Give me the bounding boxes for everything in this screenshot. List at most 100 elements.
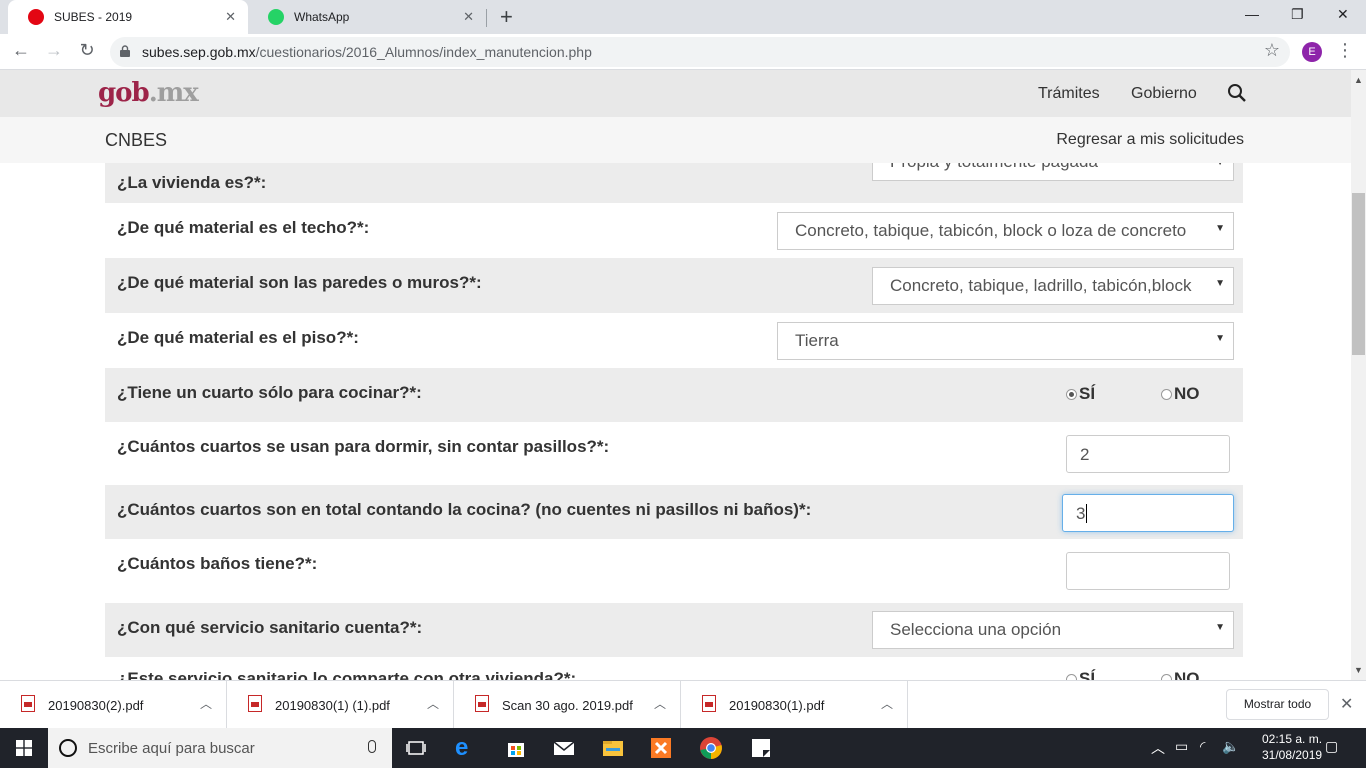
- battery-icon[interactable]: ▭: [1175, 738, 1188, 755]
- piso-select[interactable]: Tierra ▼: [777, 322, 1234, 360]
- site-name: CNBES: [105, 130, 168, 150]
- cortana-icon: [59, 739, 77, 757]
- back-to-requests-link[interactable]: Regresar a mis solicitudes: [1056, 131, 1244, 149]
- sanitario-select[interactable]: Selecciona una opción ▼: [872, 611, 1234, 649]
- taskbar-search-box[interactable]: Escribe aquí para buscar: [48, 728, 392, 768]
- download-item[interactable]: 20190830(2).pdf ︿: [0, 681, 227, 729]
- vivienda-select[interactable]: Propia y totalmente pagada▼: [872, 163, 1234, 181]
- minimize-icon[interactable]: —: [1245, 6, 1259, 22]
- store-icon[interactable]: [504, 736, 528, 760]
- file-explorer-icon[interactable]: [601, 736, 625, 760]
- notifications-icon[interactable]: ▢: [1325, 738, 1338, 755]
- paredes-select[interactable]: Concreto, tabique, ladrillo, tabicón,blo…: [872, 267, 1234, 305]
- download-item[interactable]: 20190830(1) (1).pdf ︿: [227, 681, 454, 729]
- cocina-yes-radio[interactable]: SÍ: [1066, 384, 1095, 404]
- mail-icon[interactable]: [552, 736, 576, 760]
- tab-subes[interactable]: SUBES - 2019 ✕: [8, 0, 248, 34]
- chevron-down-icon: ▼: [1215, 223, 1225, 234]
- subes-favicon-icon: [28, 9, 44, 25]
- question-label: ¿Con qué servicio sanitario cuenta?*:: [117, 618, 423, 637]
- back-icon[interactable]: ←: [10, 40, 32, 61]
- cocina-no-radio[interactable]: NO: [1161, 384, 1200, 404]
- download-item[interactable]: 20190830(1).pdf ︿: [681, 681, 908, 729]
- url-domain: subes.sep.gob.mx: [142, 44, 256, 60]
- gob-mx-logo[interactable]: gob.mx: [98, 78, 199, 108]
- edge-icon[interactable]: e: [455, 736, 479, 760]
- techo-select[interactable]: Concreto, tabique, tabicón, block o loza…: [777, 212, 1234, 250]
- scroll-down-icon[interactable]: ▼: [1354, 665, 1363, 675]
- chevron-down-icon: ▼: [1215, 278, 1225, 289]
- address-bar[interactable]: subes.sep.gob.mx/cuestionarios/2016_Alum…: [110, 37, 1290, 67]
- form-row-piso: ¿De qué material es el piso?*: Tierra ▼: [105, 313, 1243, 368]
- close-tab-icon[interactable]: ✕: [225, 9, 236, 25]
- banos-input[interactable]: [1066, 552, 1230, 590]
- form-row-techo: ¿De qué material es el techo?*: Concreto…: [105, 203, 1243, 258]
- tab-strip: SUBES - 2019 ✕ WhatsApp ✕ + — ❐ ✕: [0, 0, 1366, 34]
- system-clock[interactable]: 02:15 a. m. 31/08/2019: [1262, 731, 1322, 763]
- dormir-input[interactable]: 2: [1066, 435, 1230, 473]
- tab-whatsapp[interactable]: WhatsApp ✕: [248, 0, 486, 34]
- forward-icon[interactable]: →: [43, 40, 65, 61]
- question-label: ¿Tiene un cuarto sólo para cocinar?*:: [117, 383, 422, 402]
- tab-title: SUBES - 2019: [54, 10, 133, 24]
- chevron-down-icon: ▼: [1215, 163, 1225, 168]
- pdf-file-icon: [248, 695, 262, 712]
- question-label: ¿Este servicio sanitario lo comparte con…: [117, 669, 577, 680]
- windows-start-icon[interactable]: [16, 740, 32, 756]
- task-view-icon[interactable]: [404, 736, 428, 760]
- chrome-icon[interactable]: [699, 736, 723, 760]
- chevron-up-icon[interactable]: ︿: [654, 695, 666, 712]
- nav-tramites[interactable]: Trámites: [1038, 85, 1100, 103]
- chevron-up-icon[interactable]: ︿: [427, 695, 439, 712]
- partial-no-radio[interactable]: NO: [1161, 669, 1200, 680]
- form-row-paredes: ¿De qué material son las paredes o muros…: [105, 258, 1243, 313]
- new-tab-icon[interactable]: +: [500, 4, 513, 30]
- form-row-partial: ¿Este servicio sanitario lo comparte con…: [105, 657, 1243, 680]
- tab-title: WhatsApp: [294, 10, 350, 24]
- download-item[interactable]: Scan 30 ago. 2019.pdf ︿: [454, 681, 681, 729]
- total-rooms-input[interactable]: 3: [1062, 494, 1234, 532]
- whatsapp-favicon-icon: [268, 9, 284, 25]
- menu-dots-icon[interactable]: ⋮: [1336, 40, 1354, 61]
- microphone-icon[interactable]: [368, 740, 376, 753]
- search-icon[interactable]: [1227, 83, 1247, 103]
- scroll-up-icon[interactable]: ▲: [1354, 75, 1363, 85]
- downloads-shelf: 20190830(2).pdf ︿ 20190830(1) (1).pdf ︿ …: [0, 680, 1366, 729]
- form-row-cocina: ¿Tiene un cuarto sólo para cocinar?*: SÍ…: [105, 368, 1243, 422]
- wifi-icon[interactable]: ◜: [1200, 738, 1205, 755]
- reload-icon[interactable]: ↻: [76, 40, 98, 61]
- url-path: /cuestionarios/2016_Alumnos/index_manute…: [255, 44, 592, 60]
- close-icon[interactable]: ✕: [1340, 694, 1353, 714]
- xampp-icon[interactable]: [649, 736, 673, 760]
- nav-gobierno[interactable]: Gobierno: [1131, 85, 1197, 103]
- partial-yes-radio[interactable]: SÍ: [1066, 669, 1095, 680]
- bookmark-star-icon[interactable]: ☆: [1264, 40, 1280, 61]
- radio-unselected-icon: [1161, 388, 1172, 400]
- show-hidden-icons[interactable]: ︿: [1151, 738, 1165, 758]
- sticky-notes-icon[interactable]: [749, 736, 773, 760]
- form-area: ¿La vivienda es?*: Propia y totalmente p…: [0, 163, 1351, 680]
- form-row-vivienda: ¿La vivienda es?*: Propia y totalmente p…: [105, 163, 1243, 203]
- question-label: ¿Cuántos cuartos se usan para dormir, si…: [117, 437, 610, 456]
- restore-icon[interactable]: ❐: [1291, 6, 1304, 23]
- form-row-total: ¿Cuántos cuartos son en total contando l…: [105, 485, 1243, 539]
- volume-icon[interactable]: 🔈: [1222, 738, 1239, 755]
- chevron-up-icon[interactable]: ︿: [881, 695, 893, 712]
- close-window-icon[interactable]: ✕: [1337, 6, 1349, 23]
- pdf-file-icon: [475, 695, 489, 712]
- chevron-down-icon: ▼: [1215, 622, 1225, 633]
- page-scrollbar[interactable]: [1351, 70, 1366, 680]
- scrollbar-thumb[interactable]: [1352, 193, 1365, 355]
- radio-selected-icon: [1066, 388, 1077, 400]
- question-label: ¿La vivienda es?*:: [117, 173, 267, 192]
- question-label: ¿De qué material es el piso?*:: [117, 328, 359, 347]
- close-tab-icon[interactable]: ✕: [463, 9, 474, 25]
- sub-header: CNBES Regresar a mis solicitudes: [0, 117, 1351, 163]
- chevron-up-icon[interactable]: ︿: [200, 695, 212, 712]
- pdf-file-icon: [21, 695, 35, 712]
- show-all-button[interactable]: Mostrar todo: [1226, 689, 1329, 720]
- chevron-down-icon: ▼: [1215, 333, 1225, 344]
- windows-taskbar: Escribe aquí para buscar e ︿ ▭ ◜ 🔈 02:15…: [0, 728, 1366, 768]
- tab-separator: [486, 9, 487, 27]
- profile-avatar[interactable]: E: [1302, 42, 1322, 62]
